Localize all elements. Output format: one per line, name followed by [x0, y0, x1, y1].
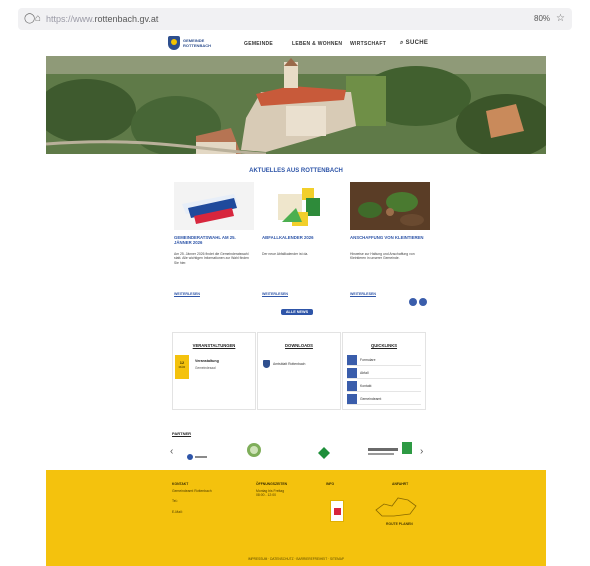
- read-more-link[interactable]: WEITERLESEN: [174, 292, 200, 296]
- news-card-title[interactable]: GEMEINDERATSWAHL AM 25. JÄNNER 2026: [174, 235, 254, 246]
- hero-image: [46, 56, 546, 154]
- footer-contact: KONTAKT Gemeindeamt Rottenbach Tel.: E-M…: [172, 482, 212, 514]
- partner-logo[interactable]: [318, 446, 330, 459]
- badge-icon: [334, 508, 341, 515]
- route-link[interactable]: ROUTE PLANEN: [386, 522, 413, 526]
- news-card-text: Hinweise zur Haltung und Anschaffung von…: [350, 252, 415, 261]
- event-name[interactable]: Veranstaltung: [195, 359, 219, 363]
- footer-info: INFO: [326, 482, 335, 486]
- event-date-badge: 12 MÄR: [175, 355, 189, 379]
- bookmark-star-icon[interactable]: ☆: [556, 12, 565, 26]
- quicklink-item[interactable]: Abfall: [347, 368, 421, 379]
- news-section-title: AKTUELLES AUS ROTTENBACH: [249, 168, 343, 174]
- all-news-button[interactable]: ALLE NEWS: [281, 309, 313, 315]
- quicklinks-title: QUICKLINKS: [370, 343, 398, 348]
- zoom-level[interactable]: 80%: [534, 12, 550, 26]
- coat-of-arms-icon: [168, 36, 180, 50]
- download-item[interactable]: Amtsblatt Rottenbach: [273, 362, 305, 366]
- phone-icon: [347, 381, 357, 391]
- downloads-title: DOWNLOADS: [285, 343, 313, 348]
- events-panel: VERANSTALTUNGEN 12 MÄR Veranstaltung Gem…: [172, 332, 256, 410]
- news-card-image: [174, 182, 254, 230]
- lock-icon[interactable]: ⌂: [35, 12, 41, 26]
- partners-title: PARTNER: [172, 431, 192, 436]
- browser-toolbar: ◯ ⌂ https://www.rottenbach.gv.at 80% ☆: [18, 8, 572, 30]
- news-card-title[interactable]: ANSCHAFFUNG VON KLEINTIEREN: [350, 235, 430, 240]
- footer-hours: ÖFFNUNGSZEITEN Montag bis Freitag 08:00 …: [256, 482, 288, 498]
- events-title: VERANSTALTUNGEN: [192, 343, 236, 348]
- shield-icon[interactable]: ◯: [24, 12, 35, 26]
- news-card-text: Am 25. Jänner 2026 findet die Gemeindera…: [174, 252, 249, 265]
- carousel-next-icon[interactable]: [419, 298, 427, 306]
- partners-prev-icon[interactable]: ‹: [170, 446, 173, 457]
- partner-logo[interactable]: [186, 448, 208, 460]
- event-info: Gemeindesaal: [195, 366, 216, 370]
- downloads-panel: DOWNLOADS Amtsblatt Rottenbach: [257, 332, 341, 410]
- read-more-link[interactable]: WEITERLESEN: [262, 292, 288, 296]
- coat-of-arms-icon: [263, 360, 270, 368]
- quicklink-item[interactable]: Formulare: [347, 355, 421, 366]
- search-link[interactable]: ⌕ SUCHE: [400, 40, 428, 47]
- partners-next-icon[interactable]: ›: [420, 446, 423, 457]
- nav-item-gemeinde[interactable]: GEMEINDE: [244, 41, 273, 47]
- nav-item-leben-wohnen[interactable]: LEBEN & WOHNEN: [292, 41, 342, 47]
- site-logo[interactable]: GEMEINDE ROTTENBACH: [168, 36, 211, 50]
- partner-logo[interactable]: [246, 442, 262, 458]
- read-more-link[interactable]: WEITERLESEN: [350, 292, 376, 296]
- bin-icon: [347, 368, 357, 378]
- carousel-prev-icon[interactable]: [409, 298, 417, 306]
- form-icon: [347, 355, 357, 365]
- nav-item-wirtschaft[interactable]: WIRTSCHAFT: [350, 41, 386, 47]
- map-outline-icon: [374, 492, 418, 518]
- news-card-text: Der neue Abfallkalender ist da.: [262, 252, 309, 256]
- quicklink-item[interactable]: Kontakt: [347, 381, 421, 392]
- news-card-image: [350, 182, 430, 230]
- news-card-title[interactable]: ABFALLKALENDER 2026: [262, 235, 342, 240]
- partner-logo[interactable]: [368, 442, 414, 458]
- quicklink-item[interactable]: Gemeindeamt: [347, 394, 421, 405]
- address-bar[interactable]: https://www.rottenbach.gv.at: [46, 12, 516, 26]
- footer-bottom-links[interactable]: IMPRESSUM · DATENSCHUTZ · BARRIEREFREIHE…: [46, 553, 546, 566]
- footer-directions: ANFAHRT: [392, 482, 409, 486]
- quicklinks-panel: QUICKLINKS Formulare Abfall Kontakt Geme…: [342, 332, 426, 410]
- site-footer: KONTAKT Gemeindeamt Rottenbach Tel.: E-M…: [46, 470, 546, 553]
- info-badge[interactable]: [330, 500, 344, 522]
- aerial-photo: [46, 56, 546, 154]
- building-icon: [347, 394, 357, 404]
- news-card-image: [262, 182, 342, 230]
